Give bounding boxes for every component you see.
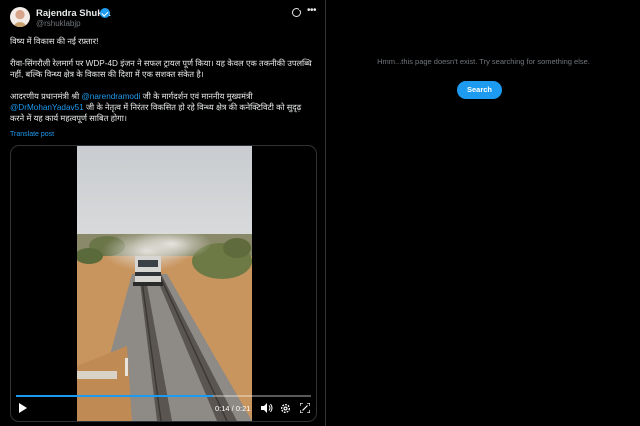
settings-icon[interactable] (280, 403, 291, 414)
volume-icon[interactable] (261, 403, 273, 413)
post-line-2: रीवा-सिंगरौली रेलमार्ग पर WDP-4D इंजन ने… (10, 59, 312, 79)
translate-post-link[interactable]: Translate post (10, 131, 54, 138)
more-icon[interactable]: ••• (307, 5, 317, 16)
post-line-1: विष्य में विकास की नई रफ़्तार! (10, 37, 99, 46)
video-player[interactable]: 0:14 / 0:21 (10, 145, 317, 422)
post-text: विष्य में विकास की नई रफ़्तार! रीवा-सिंग… (10, 36, 316, 124)
mention-link-drmohanyadav[interactable]: @DrMohanYadav51 (10, 103, 84, 112)
avatar[interactable] (10, 7, 30, 27)
mention-link-narendramodi[interactable]: @narendramodi (82, 92, 141, 101)
author-handle[interactable]: @rshuklabjp (36, 19, 81, 28)
post-column: Rajendra Shukla @rshuklabjp ••• विष्य मे… (0, 0, 326, 426)
fullscreen-icon[interactable] (300, 403, 310, 413)
right-panel: Hmm...this page doesn't exist. Try searc… (327, 0, 640, 426)
video-frame[interactable] (77, 146, 252, 421)
play-icon[interactable] (19, 403, 27, 413)
video-thumbnail (77, 146, 252, 421)
video-time: 0:14 / 0:21 (215, 404, 251, 413)
search-button[interactable]: Search (457, 81, 502, 99)
post-text-segment: आदरणीय प्रधानमंत्री श्री (10, 92, 82, 101)
grok-icon[interactable] (292, 7, 302, 17)
video-progress-fill (16, 395, 213, 397)
page-not-found-message: Hmm...this page doesn't exist. Try searc… (377, 57, 590, 66)
post-text-segment: जी के मार्गदर्शन एवं माननीय मुख्यमंत्री (140, 92, 253, 101)
video-controls: 0:14 / 0:21 (11, 393, 316, 421)
verified-badge-icon[interactable] (100, 8, 110, 18)
video-progress-bar[interactable] (16, 395, 311, 397)
post-paragraph-3: आदरणीय प्रधानमंत्री श्री @narendramodi ज… (10, 91, 316, 124)
